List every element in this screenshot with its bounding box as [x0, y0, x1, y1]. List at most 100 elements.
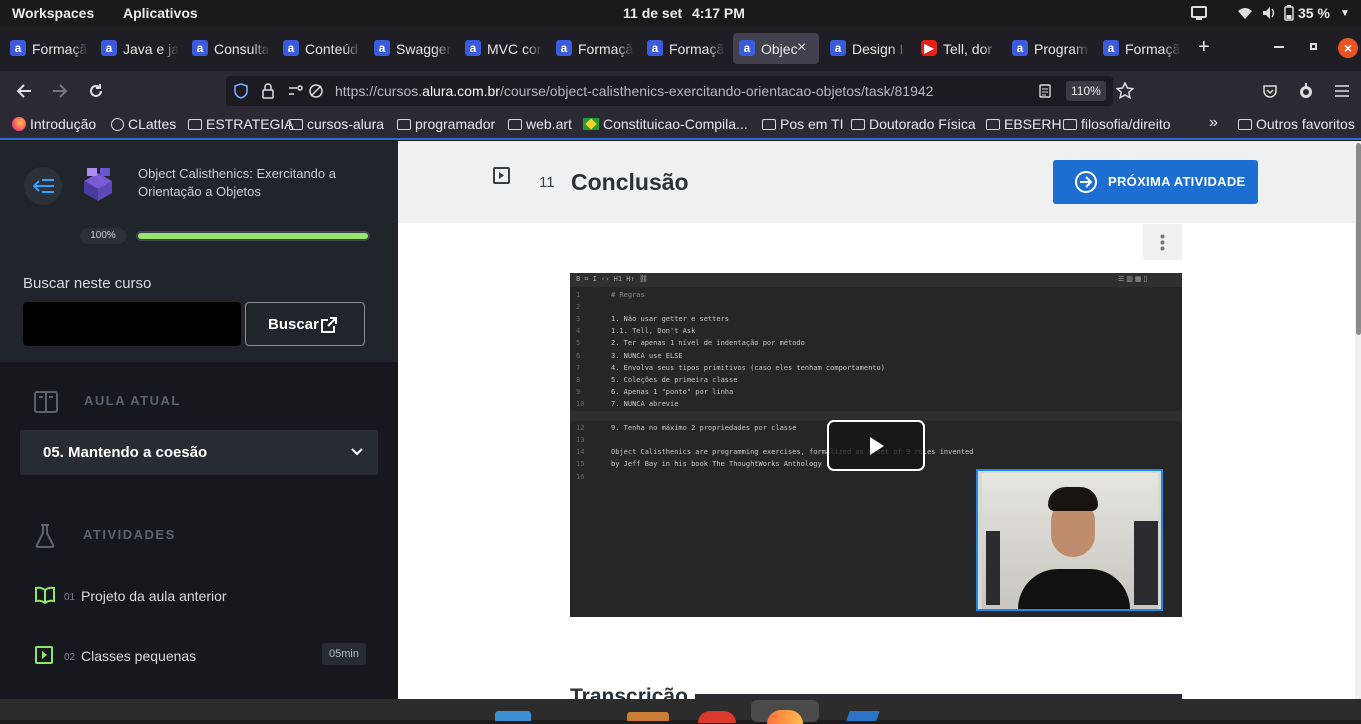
activity-item[interactable]: 01 Projeto da aula anterior — [20, 578, 378, 614]
firefox-dock-item[interactable] — [751, 700, 819, 724]
code-line-number: 15 — [576, 460, 585, 469]
kebab-menu-icon — [1160, 234, 1165, 251]
bookmark-star-icon[interactable] — [1116, 82, 1134, 100]
bookmark-folder[interactable]: Pos em TI — [762, 116, 844, 132]
bookmark-item[interactable]: CLattes — [111, 116, 176, 132]
bookmark-folder[interactable]: web.art — [508, 116, 572, 132]
clock-date[interactable]: 11 de set — [623, 5, 682, 21]
app-icon[interactable] — [698, 711, 736, 723]
tab[interactable]: a Swagger — [374, 33, 452, 64]
code-line: 1.1. Tell, Don't Ask — [611, 327, 696, 336]
clock-time[interactable]: 4:17 PM — [692, 5, 745, 21]
bookmark-folder[interactable]: ESTRATEGIA — [188, 116, 294, 132]
url-text[interactable]: https://cursos.alura.com.br/course/objec… — [335, 83, 933, 99]
folder-icon — [986, 119, 1000, 130]
maximize-icon[interactable] — [1310, 43, 1317, 50]
folder-icon — [1063, 119, 1077, 130]
tab[interactable]: a Consulta — [192, 33, 270, 64]
search-button[interactable]: Buscar — [245, 302, 365, 346]
close-tab-icon[interactable]: × — [797, 39, 806, 57]
task-header: 11 Conclusão PRÓXIMA ATIVIDADE — [398, 141, 1355, 223]
reload-icon[interactable] — [88, 83, 104, 99]
bookmark-folder-other[interactable]: Outros favoritos — [1238, 116, 1355, 132]
new-tab-icon[interactable]: + — [1198, 36, 1210, 59]
tab-active[interactable]: a Objec × — [733, 33, 819, 64]
menu-icon[interactable] — [1334, 84, 1350, 98]
pocket-icon[interactable] — [1262, 83, 1278, 99]
folder-icon — [851, 119, 865, 130]
alura-icon: a — [192, 40, 208, 56]
bookmarks-overflow-chevron-icon[interactable]: » — [1209, 114, 1218, 132]
video-player[interactable]: B ⌗ I ‹› H1 H↑ ⛓ ☰ ▥ ▦ ▯ 1 # Regras 2 3 1. N… — [570, 273, 1182, 617]
autoplay-blocked-icon[interactable] — [308, 83, 324, 99]
chevron-down-icon — [351, 448, 363, 456]
tab[interactable]: ▶ Tell, dor — [921, 33, 999, 64]
battery-percentage[interactable]: 35 % — [1298, 5, 1330, 21]
main-content: 11 Conclusão PRÓXIMA ATIVIDADE B ⌗ I ‹› … — [398, 141, 1355, 699]
video-play-icon — [35, 646, 53, 664]
url-bar[interactable]: https://cursos.alura.com.br/course/objec… — [226, 76, 1134, 106]
tab[interactable]: a Program — [1012, 33, 1090, 64]
alura-icon: a — [10, 40, 26, 56]
activity-label: Classes pequenas — [81, 648, 197, 664]
collapse-sidebar-button[interactable] — [24, 167, 62, 205]
bookmark-folder[interactable]: EBSERH — [986, 116, 1062, 132]
play-button[interactable] — [827, 420, 925, 471]
code-line-number: 4 — [576, 327, 581, 336]
bookmark-folder[interactable]: filosofia/direito — [1063, 116, 1171, 132]
tab[interactable]: a Formaçã — [1103, 33, 1181, 64]
tab[interactable]: a Formaçã — [556, 33, 634, 64]
back-icon[interactable] — [15, 83, 33, 99]
bookmark-item[interactable]: Introdução — [12, 116, 96, 132]
tab[interactable]: a Java e ja — [101, 33, 179, 64]
workspaces-button[interactable]: Workspaces — [12, 5, 94, 21]
bookmark-item[interactable]: Constituicao-Compila... — [583, 116, 748, 132]
tab[interactable]: a MVC cor — [465, 33, 543, 64]
course-title[interactable]: Object Calisthenics: Exercitando a Orien… — [138, 165, 368, 201]
code-line: 2. Ter apenas 1 nível de indentação por … — [611, 339, 805, 348]
forward-icon[interactable] — [51, 83, 69, 99]
bookmark-folder[interactable]: cursos-alura — [289, 116, 384, 132]
system-top-bar: Workspaces Aplicativos 11 de set 4:17 PM… — [0, 0, 1361, 26]
transcription-heading: Transcrição — [570, 685, 688, 699]
tracking-protection-shield-icon[interactable] — [234, 83, 248, 99]
navigation-bar: https://cursos.alura.com.br/course/objec… — [0, 71, 1361, 111]
tab[interactable]: a Design I — [830, 33, 908, 64]
page-scrollbar-thumb[interactable] — [1356, 143, 1361, 335]
instructor-webcam — [976, 469, 1163, 611]
more-options-button[interactable] — [1143, 224, 1182, 260]
next-activity-button[interactable]: PRÓXIMA ATIVIDADE — [1053, 160, 1258, 204]
extension-icon[interactable] — [1297, 82, 1315, 100]
search-input[interactable] — [23, 302, 241, 346]
alura-icon: a — [647, 40, 663, 56]
wifi-icon[interactable] — [1237, 6, 1253, 20]
volume-icon[interactable] — [1261, 5, 1277, 21]
lock-icon[interactable] — [262, 83, 274, 99]
activity-item[interactable]: 02 Classes pequenas 05min — [20, 638, 378, 674]
reader-view-icon[interactable] — [1039, 84, 1051, 98]
tab[interactable]: a Formaçã — [647, 33, 725, 64]
system-menu-arrow-icon[interactable]: ▼ — [1340, 8, 1350, 19]
alura-icon: a — [830, 40, 846, 56]
bookmarks-toolbar: Introdução CLattes ESTRATEGIA cursos-alu… — [0, 111, 1361, 140]
zoom-level[interactable]: 110% — [1066, 81, 1106, 101]
battery-icon[interactable] — [1284, 5, 1294, 21]
tab[interactable]: a Formaçã — [10, 33, 88, 64]
folder-icon — [289, 119, 303, 130]
code-line-number: 6 — [576, 351, 581, 360]
activities-header: ATIVIDADES — [83, 527, 176, 542]
flask-icon — [35, 524, 55, 548]
youtube-icon: ▶ — [921, 40, 937, 56]
permissions-icon[interactable] — [288, 85, 304, 97]
apps-menu-button[interactable]: Aplicativos — [123, 5, 198, 21]
close-window-icon[interactable]: × — [1338, 38, 1358, 58]
bookmark-folder[interactable]: Doutorado Física — [851, 116, 976, 132]
code-line-number: 9 — [576, 387, 581, 396]
current-lesson-select[interactable]: 05. Mantendo a coesão — [20, 430, 378, 475]
minimize-icon[interactable] — [1274, 46, 1284, 48]
code-line-number: 8 — [576, 375, 581, 384]
bookmark-folder[interactable]: programador — [397, 116, 495, 132]
tab[interactable]: a Conteúd — [283, 33, 361, 64]
screen-icon[interactable] — [1191, 6, 1207, 20]
external-link-icon — [321, 317, 337, 333]
